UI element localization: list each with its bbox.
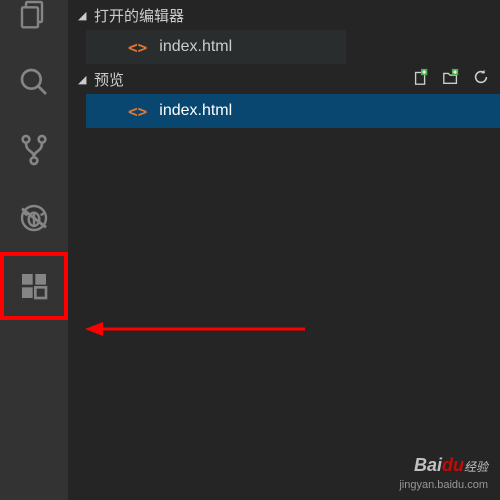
extensions-icon[interactable]: [0, 252, 68, 320]
source-control-icon[interactable]: [0, 116, 68, 184]
chevron-down-icon: ◢: [78, 73, 94, 86]
code-icon: <>: [128, 38, 147, 57]
file-name-label: index.html: [159, 102, 232, 120]
watermark-brand-1: Bai: [414, 455, 442, 475]
preview-section-header[interactable]: ◢ 预览: [68, 64, 500, 94]
open-editor-file-item[interactable]: <> index.html: [86, 30, 346, 64]
preview-file-item[interactable]: <> index.html: [86, 94, 500, 128]
watermark-url: jingyan.baidu.com: [399, 478, 488, 492]
new-file-icon[interactable]: [412, 68, 430, 90]
refresh-icon[interactable]: [472, 68, 490, 90]
sidebar-panel: ◢ 打开的编辑器 <> index.html ◢ 预览 <> index.htm…: [68, 0, 500, 500]
chevron-down-icon: ◢: [78, 9, 94, 22]
section-actions: [412, 68, 490, 90]
search-icon[interactable]: [0, 48, 68, 116]
watermark-brand-2: du: [442, 455, 464, 475]
activity-bar: [0, 0, 68, 500]
watermark: Baidu经验 jingyan.baidu.com: [399, 454, 488, 492]
section-label: 预览: [94, 69, 124, 90]
debug-icon[interactable]: [0, 184, 68, 252]
section-label: 打开的编辑器: [94, 5, 184, 26]
new-folder-icon[interactable]: [442, 68, 460, 90]
explorer-icon[interactable]: [0, 0, 68, 48]
watermark-brand-sub: 经验: [464, 460, 488, 474]
open-editors-section-header[interactable]: ◢ 打开的编辑器: [68, 0, 500, 30]
file-name-label: index.html: [159, 38, 232, 56]
code-icon: <>: [128, 102, 147, 121]
